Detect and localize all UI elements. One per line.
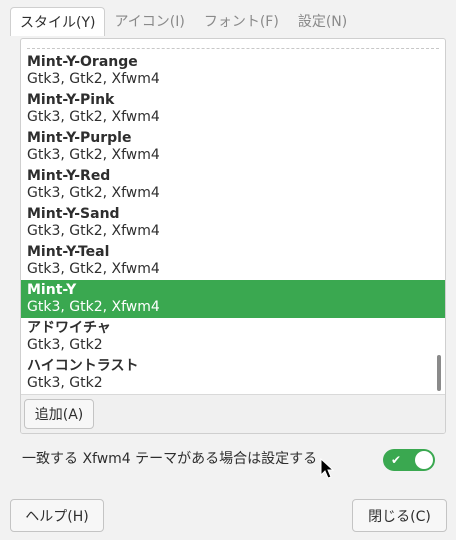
theme-name: Mint-Y-Orange [27,54,138,70]
theme-row[interactable]: ハイコントラスト Gtk3, Gtk2 [21,356,445,394]
list-toolbar: 追加(A) [21,394,445,433]
tab-icons[interactable]: アイコン(I) [105,7,194,37]
theme-name: Mint-Y-Purple [27,130,132,146]
theme-row[interactable]: Mint-Y-Teal Gtk3, Gtk2, Xfwm4 [21,242,445,280]
theme-components: Gtk3, Gtk2, Xfwm4 [27,147,160,163]
theme-components: Gtk3, Gtk2, Xfwm4 [27,223,160,239]
scroll-edge-indicator [27,48,439,49]
theme-row[interactable]: Mint-Y-Sand Gtk3, Gtk2, Xfwm4 [21,204,445,242]
xfwm4-toggle[interactable]: ✔ [383,449,435,471]
theme-name: Mint-Y-Pink [27,92,115,108]
theme-row[interactable]: アドワイチャ Gtk3, Gtk2 [21,318,445,356]
tab-bar: スタイル(Y) アイコン(I) フォント(F) 設定(N) [10,7,357,38]
theme-name: Mint-Y-Sand [27,206,120,222]
scrollbar-thumb[interactable] [437,355,441,391]
add-button[interactable]: 追加(A) [24,399,94,429]
theme-components: Gtk3, Gtk2, Xfwm4 [27,185,160,201]
style-page: Mint-Y-Orange Gtk3, Gtk2, Xfwm4 Mint-Y-P… [10,36,446,436]
theme-row-selected[interactable]: Mint-Y Gtk3, Gtk2, Xfwm4 [21,280,445,318]
check-icon: ✔ [391,453,402,467]
toggle-knob [415,451,433,469]
mouse-cursor-icon [320,458,334,479]
theme-row[interactable]: Mint-Y-Pink Gtk3, Gtk2, Xfwm4 [21,90,445,128]
tab-settings[interactable]: 設定(N) [289,7,357,37]
theme-components: Gtk3, Gtk2, Xfwm4 [27,109,160,125]
theme-name: アドワイチャ [27,320,111,336]
theme-components: Gtk3, Gtk2 [27,337,103,353]
xfwm4-option-label: 一致する Xfwm4 テーマがある場合は設定する [22,451,318,467]
theme-components: Gtk3, Gtk2, Xfwm4 [27,261,160,277]
theme-name: Mint-Y-Teal [27,244,110,260]
theme-components: Gtk3, Gtk2, Xfwm4 [27,299,160,315]
close-button[interactable]: 閉じる(C) [352,499,447,532]
theme-rows: Mint-Y-Orange Gtk3, Gtk2, Xfwm4 Mint-Y-P… [21,52,445,394]
tab-style[interactable]: スタイル(Y) [10,7,106,38]
theme-row[interactable]: Mint-Y-Red Gtk3, Gtk2, Xfwm4 [21,166,445,204]
theme-name: Mint-Y [27,282,77,298]
theme-name: Mint-Y-Red [27,168,111,184]
theme-components: Gtk3, Gtk2 [27,375,103,391]
theme-list[interactable]: Mint-Y-Orange Gtk3, Gtk2, Xfwm4 Mint-Y-P… [20,38,446,434]
theme-name: ハイコントラスト [27,358,139,374]
theme-row[interactable]: Mint-Y-Purple Gtk3, Gtk2, Xfwm4 [21,128,445,166]
theme-row[interactable]: Mint-Y-Orange Gtk3, Gtk2, Xfwm4 [21,52,445,90]
theme-components: Gtk3, Gtk2, Xfwm4 [27,71,160,87]
help-button[interactable]: ヘルプ(H) [10,499,104,532]
tab-fonts[interactable]: フォント(F) [195,7,289,37]
